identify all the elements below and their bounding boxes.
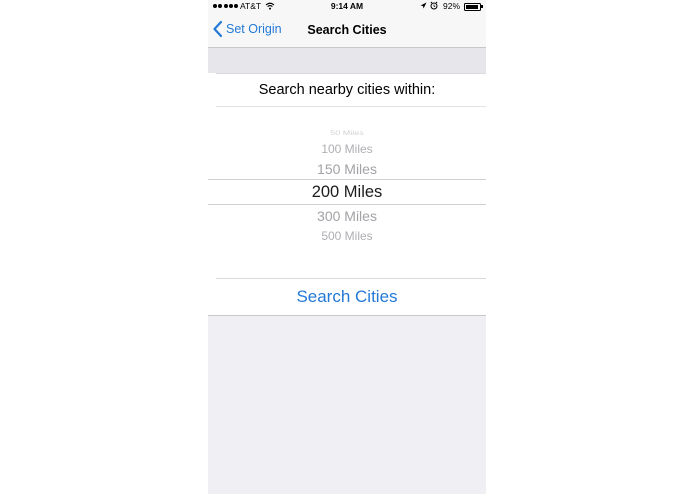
- picker-option-50[interactable]: 50 Miles: [208, 130, 486, 137]
- picker-selection-bottom-line: [208, 204, 486, 205]
- picker-option-selected[interactable]: 200 Miles: [208, 183, 486, 202]
- battery-percent: 92%: [443, 1, 461, 11]
- location-icon: [420, 2, 427, 8]
- picker-selection-top-line: [208, 179, 486, 180]
- divider: [216, 73, 486, 74]
- search-cities-button[interactable]: Search Cities: [208, 279, 486, 315]
- battery-icon: [464, 3, 481, 11]
- picker-option-100[interactable]: 100 Miles: [208, 142, 486, 156]
- search-prompt: Search nearby cities within:: [258, 82, 436, 98]
- phone-screen: AT&T 9:14 AM 92% Set Origin Search Citie…: [208, 0, 486, 494]
- navigation-bar: Set Origin Search Cities: [208, 14, 486, 48]
- picker-option-300[interactable]: 300 Miles: [208, 208, 486, 224]
- battery-nub: [481, 5, 483, 8]
- alarm-icon: [430, 1, 438, 10]
- status-bar: AT&T 9:14 AM 92%: [208, 0, 486, 14]
- page-title: Search Cities: [307, 23, 387, 37]
- divider: [208, 315, 486, 316]
- distance-picker[interactable]: 50 Miles 100 Miles 150 Miles 200 Miles 3…: [208, 106, 486, 278]
- picker-option-500[interactable]: 500 Miles: [208, 229, 486, 243]
- picker-option-150[interactable]: 150 Miles: [208, 161, 486, 177]
- header-spacer: [208, 48, 486, 73]
